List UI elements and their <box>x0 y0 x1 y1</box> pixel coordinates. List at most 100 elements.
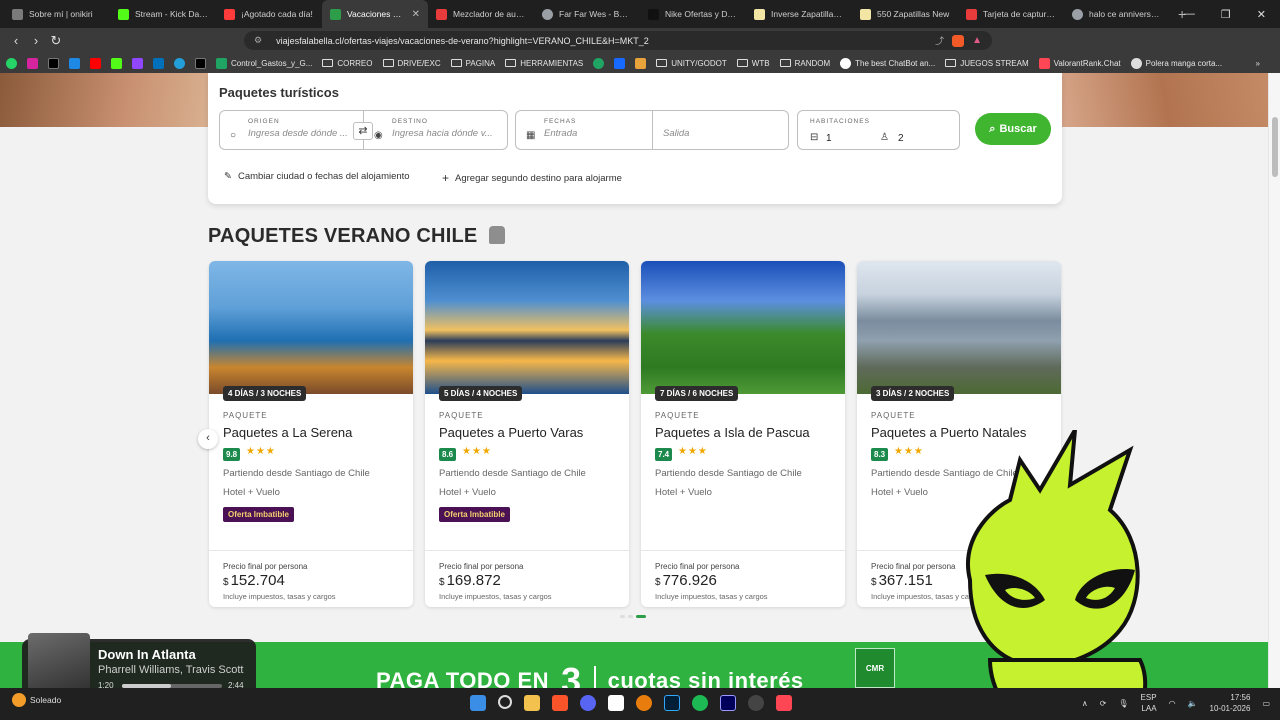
photoshop-icon[interactable] <box>664 695 680 711</box>
tray-chevron-icon[interactable]: ∧ <box>1082 699 1088 708</box>
entry-date-field[interactable]: ▦ FECHAS Entrada <box>515 110 653 150</box>
valorant-taskbar-icon[interactable] <box>776 695 792 711</box>
tab-5[interactable]: Mezclador de audio <box>428 0 534 28</box>
rooms-count: 1 <box>826 133 832 144</box>
twitch-icon[interactable] <box>132 57 143 69</box>
exit-date-field[interactable]: Salida <box>652 110 789 150</box>
share-icon[interactable]: ⤴ <box>935 34 944 47</box>
bookmark-folder[interactable]: RANDOM <box>779 59 830 68</box>
language-indicator[interactable]: ESP LAA <box>1141 692 1157 714</box>
carousel-dot-active[interactable] <box>636 615 646 618</box>
volume-icon[interactable]: 🔈 <box>1188 699 1198 708</box>
hero-image-left <box>0 73 208 127</box>
bookmark-folder[interactable]: CORREO <box>322 59 373 68</box>
search-taskbar-icon[interactable] <box>498 695 512 709</box>
spotify-icon[interactable] <box>692 695 708 711</box>
bed-icon: ⊟ <box>810 132 819 143</box>
folder-blue-icon[interactable] <box>69 57 80 69</box>
carousel-prev-button[interactable]: ‹ <box>198 429 218 449</box>
carousel-dot[interactable] <box>620 615 625 618</box>
tab-6[interactable]: Far Far Wes - Buscar <box>534 0 640 28</box>
youtube-icon[interactable] <box>90 57 101 69</box>
bookmark-folder[interactable]: JUEGOS STREAM <box>945 59 1029 68</box>
package-card-la-serena[interactable]: 4 DÍAS / 3 NOCHES PAQUETE Paquetes a La … <box>209 261 413 607</box>
tab-4-active[interactable]: Vacaciones de Verano✕ <box>322 0 428 28</box>
tab-1[interactable]: Sobre mí | onikiri <box>4 0 110 28</box>
blender-icon[interactable] <box>636 695 652 711</box>
site-info-icon[interactable]: ⚙ <box>254 35 262 46</box>
back-icon[interactable]: ‹ <box>6 33 26 48</box>
behance-icon[interactable] <box>614 57 626 69</box>
telegram-icon[interactable] <box>174 57 185 69</box>
brave-browser-icon[interactable] <box>552 695 568 711</box>
bookmark-icon-green[interactable] <box>593 57 605 69</box>
windows-start-icon[interactable] <box>470 695 486 711</box>
banner-separator <box>593 666 596 688</box>
scroll-thumb[interactable] <box>1272 117 1278 177</box>
wifi-icon[interactable]: ◠ <box>1169 699 1176 708</box>
paypal-icon[interactable] <box>153 57 164 69</box>
more-bookmarks-icon[interactable]: » <box>1256 59 1260 68</box>
minimize-icon[interactable]: — <box>1184 8 1195 20</box>
package-card-isla-de-pascua[interactable]: 7 DÍAS / 6 NOCHES PAQUETE Paquetes a Isl… <box>641 261 845 607</box>
forward-icon[interactable]: › <box>26 33 46 48</box>
file-explorer-icon[interactable] <box>524 695 540 711</box>
carousel-dot[interactable] <box>628 615 633 618</box>
tab-7[interactable]: Nike Ofertas y Descuentos <box>640 0 746 28</box>
gmail-icon[interactable] <box>195 57 206 69</box>
hero-image-right <box>1062 73 1268 127</box>
bookmark-item[interactable]: Polera manga corta... <box>1130 57 1222 69</box>
tab-8[interactable]: Inverse Zapatillas Pack <box>746 0 852 28</box>
swap-icon[interactable]: ⇄ <box>353 122 373 140</box>
obs-icon[interactable] <box>748 695 764 711</box>
tray-sync-icon[interactable]: ⟳ <box>1100 699 1107 708</box>
close-tab-icon[interactable]: ✕ <box>412 9 420 20</box>
premiere-icon[interactable] <box>720 695 736 711</box>
whatsapp-icon[interactable] <box>6 57 17 69</box>
maximize-icon[interactable]: ❐ <box>1221 8 1231 21</box>
tab-10[interactable]: Tarjeta de captura H <box>958 0 1064 28</box>
bookmark-item[interactable]: ValorantRank.Chat <box>1038 57 1121 69</box>
tab-3[interactable]: ¡Agotado cada día! <box>216 0 322 28</box>
search-card-title: Paquetes turísticos <box>219 85 339 100</box>
reload-icon[interactable]: ↻ <box>46 33 66 49</box>
bookmark-folder[interactable]: DRIVE/EXC <box>382 59 441 68</box>
instagram-icon[interactable] <box>27 57 38 69</box>
origin-field[interactable]: ○ ORIGEN Ingresa desde dónde ... <box>219 110 364 150</box>
discord-icon[interactable] <box>580 695 596 711</box>
brave-rewards-icon[interactable]: ▲ <box>972 35 982 46</box>
bookmark-folder[interactable]: PAGINA <box>450 59 495 68</box>
rooms-field[interactable]: HABITACIONES ⊟ 1 ♙ 2 <box>797 110 960 150</box>
bookmark-folder[interactable]: UNITY/GODOT <box>656 59 727 68</box>
person-icon: ♙ <box>880 132 889 143</box>
bookmark-folder[interactable]: HERRAMIENTAS <box>505 59 583 68</box>
change-city-link[interactable]: ✎ Cambiar ciudad o fechas del alojamient… <box>224 171 410 182</box>
kick-icon[interactable] <box>111 57 122 69</box>
destination-field[interactable]: ◉ DESTINO Ingresa hacia dónde v... <box>363 110 508 150</box>
bookmark-item[interactable]: Control_Gastos_y_G... <box>216 57 312 69</box>
add-destination-link[interactable]: + Agregar segundo destino para alojarme <box>442 171 622 185</box>
bookmark-item[interactable]: The best ChatBot an... <box>840 57 935 69</box>
notifications-icon[interactable]: ▭ <box>1262 699 1270 708</box>
bookmark-folder[interactable]: WTB <box>736 59 770 68</box>
brave-shield-icon[interactable] <box>952 34 965 47</box>
page-scrollbar[interactable] <box>1268 73 1280 688</box>
bookmark-icon-orange[interactable] <box>635 57 647 69</box>
tab-9[interactable]: 550 Zapatillas New <box>852 0 958 28</box>
tab-11[interactable]: halo ce anniversary <box>1064 0 1170 28</box>
tab-2[interactable]: Stream - Kick Dashboard <box>110 0 216 28</box>
package-card-puerto-varas[interactable]: 5 DÍAS / 4 NOCHES PAQUETE Paquetes a Pue… <box>425 261 629 607</box>
card-image-pelican <box>209 261 413 394</box>
tab-favicon-icon <box>12 8 23 20</box>
x-icon[interactable] <box>48 57 59 69</box>
notion-icon[interactable] <box>608 695 624 711</box>
weather-widget[interactable]: Soleado <box>12 693 61 707</box>
clock[interactable]: 17:56 10-01-2026 <box>1210 692 1251 714</box>
microphone-icon[interactable]: 🎙 <box>1118 699 1128 708</box>
plus-icon: + <box>442 171 450 185</box>
sun-icon <box>12 693 26 707</box>
url-field[interactable]: ⚙ viajesfalabella.cl/ofertas-viajes/vaca… <box>244 31 992 50</box>
search-button[interactable]: ⌕ Buscar <box>975 113 1051 145</box>
close-window-icon[interactable]: ✕ <box>1257 8 1266 21</box>
folder-icon <box>505 59 517 67</box>
